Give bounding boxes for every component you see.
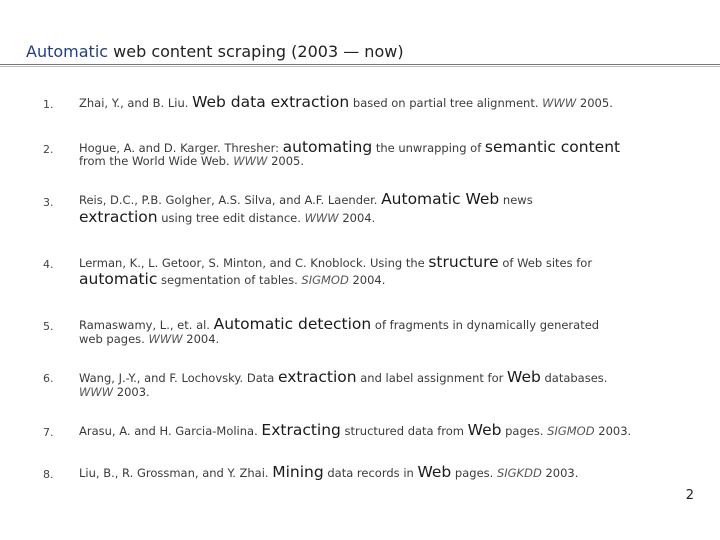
keyword: Web data extraction — [192, 93, 350, 111]
title-fragment: pages. — [501, 424, 548, 438]
keyword: extraction — [79, 208, 158, 226]
keyword: automatic — [79, 270, 158, 288]
year: 2004. — [348, 273, 386, 287]
reference-text-cont: extraction using tree edit distance. WWW… — [79, 208, 376, 226]
keyword: Mining — [272, 463, 324, 481]
reference-text: Lerman, K., L. Getoor, S. Minton, and C.… — [79, 253, 593, 271]
slide-title: Automatic web content scraping (2003 — n… — [26, 42, 404, 61]
reference-number: 1. — [43, 98, 54, 111]
reference-number: 4. — [43, 258, 54, 271]
authors: Zhai, Y., and B. Liu. — [79, 96, 193, 110]
authors: Liu, B., R. Grossman, and Y. Zhai. — [79, 466, 273, 480]
reference-text: Wang, J.-Y., and F. Lochovsky. Data extr… — [79, 368, 608, 386]
title-fragment: databases. — [540, 371, 608, 385]
title-fragment: data records in — [323, 466, 418, 480]
title-fragment: news — [499, 193, 533, 207]
year: 2004. — [338, 211, 376, 225]
reference-number: 8. — [43, 468, 54, 481]
title-fragment: segmentation of tables. — [157, 273, 302, 287]
authors: Arasu, A. and H. Garcia-Molina. — [79, 424, 262, 438]
title-fragment: of Web sites for — [498, 256, 593, 270]
venue: SIGKDD — [496, 466, 542, 480]
reference-number: 5. — [43, 320, 54, 333]
authors: Lerman, K., L. Getoor, S. Minton, and C.… — [79, 256, 429, 270]
title-fragment: pages. — [451, 466, 497, 480]
venue: WWW — [233, 154, 268, 168]
reference-number: 3. — [43, 196, 54, 209]
keyword: Extracting — [261, 421, 341, 439]
keyword: extraction — [277, 368, 357, 386]
reference-text: Arasu, A. and H. Garcia-Molina. Extracti… — [79, 421, 632, 439]
venue: SIGMOD — [547, 424, 595, 438]
title-fragment: the unwrapping of — [372, 141, 485, 155]
reference-text: Zhai, Y., and B. Liu. Web data extractio… — [79, 93, 613, 111]
year: 2004. — [182, 332, 220, 346]
reference-number: 2. — [43, 143, 54, 156]
title-fragment: of fragments in dynamically generated — [371, 318, 600, 332]
authors: Wang, J.-Y., and F. Lochovsky. Data — [79, 371, 278, 385]
title-fragment: web pages. — [79, 332, 149, 346]
authors: Hogue, A. and D. Karger. Thresher: — [79, 141, 283, 155]
title-fragment: and label assignment for — [356, 371, 508, 385]
venue: WWW — [79, 385, 114, 399]
keyword: Web — [417, 463, 452, 481]
year: 2003. — [541, 466, 579, 480]
year: 2005. — [576, 96, 613, 110]
reference-text-cont: from the World Wide Web. WWW 2005. — [79, 154, 304, 168]
reference-text-cont: automatic segmentation of tables. SIGMOD… — [79, 270, 386, 288]
title-fragment: using tree edit distance. — [157, 211, 305, 225]
title-fragment: based on partial tree alignment. — [349, 96, 543, 110]
title-highlight: Automatic — [26, 42, 109, 61]
title-fragment: structured data from — [340, 424, 468, 438]
venue: SIGMOD — [301, 273, 349, 287]
title-fragment: from the World Wide Web. — [79, 154, 234, 168]
title-divider — [0, 64, 720, 65]
venue: WWW — [304, 211, 339, 225]
venue: WWW — [542, 96, 577, 110]
year: 2003. — [113, 385, 150, 399]
keyword: semantic content — [484, 138, 621, 156]
authors: Ramaswamy, L., et. al. — [79, 318, 214, 332]
reference-text-cont: WWW 2003. — [79, 385, 150, 399]
keyword: structure — [428, 253, 499, 271]
keyword: Web — [507, 368, 541, 386]
reference-number: 7. — [43, 426, 54, 439]
keyword: Automatic Web — [381, 190, 500, 208]
page-number: 2 — [685, 488, 694, 503]
venue: WWW — [148, 332, 183, 346]
reference-text: Liu, B., R. Grossman, and Y. Zhai. Minin… — [79, 463, 579, 481]
reference-text: Ramaswamy, L., et. al. Automatic detecti… — [79, 315, 600, 333]
reference-number: 6. — [43, 372, 54, 385]
reference-text-cont: web pages. WWW 2004. — [79, 332, 220, 346]
title-text: web content scraping (2003 — now) — [108, 42, 404, 61]
reference-text: Reis, D.C., P.B. Golgher, A.S. Silva, an… — [79, 190, 533, 208]
year: 2003. — [594, 424, 632, 438]
year: 2005. — [267, 154, 304, 168]
keyword: Automatic detection — [213, 315, 372, 333]
title-divider-shadow — [0, 66, 720, 67]
authors: Reis, D.C., P.B. Golgher, A.S. Silva, an… — [79, 193, 382, 207]
keyword: Web — [467, 421, 502, 439]
